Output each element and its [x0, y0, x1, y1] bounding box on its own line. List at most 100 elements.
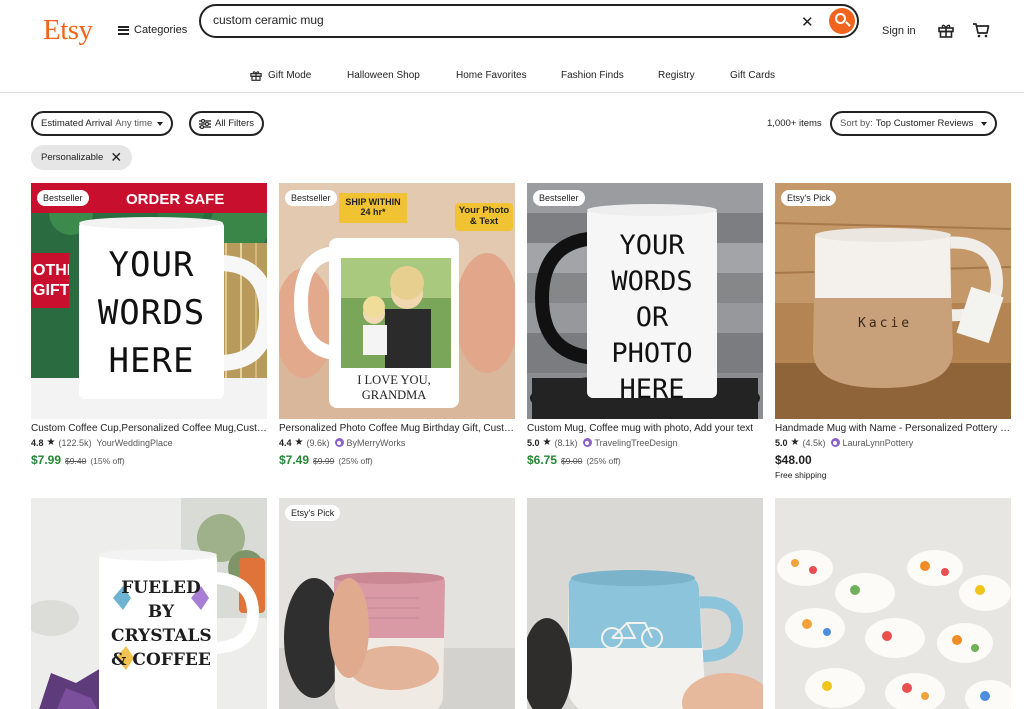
- tag-line: & Text: [469, 216, 499, 227]
- clear-icon[interactable]: ✕: [801, 13, 814, 31]
- mug-text-line: YOUR: [108, 245, 195, 285]
- close-icon[interactable]: ✕: [110, 149, 122, 166]
- sale-price: $7.49: [279, 453, 310, 467]
- nav-label: Gift Mode: [268, 70, 312, 81]
- mug-text-line: WORDS: [611, 266, 693, 297]
- nav-registry[interactable]: Registry: [658, 70, 695, 81]
- categories-button[interactable]: Categories: [118, 24, 187, 36]
- search-button[interactable]: [829, 8, 855, 34]
- personalizable-chip[interactable]: Personalizable ✕: [31, 145, 133, 170]
- image-side-text: OTHER GIFTS!: [33, 262, 69, 299]
- product-rating: 4.4 ★ (9.6k) ByMerryWorks: [279, 437, 405, 448]
- product-title[interactable]: Handmade Mug with Name - Personalized Po…: [775, 423, 1011, 434]
- sort-value: Top Customer Reviews: [875, 118, 974, 129]
- product-rating: 4.8 ★ (122.5k) YourWeddingPlace: [31, 437, 173, 448]
- product-image[interactable]: [527, 498, 763, 709]
- search-bar: ✕: [199, 4, 859, 38]
- etsys-pick-badge: Etsy's Pick: [285, 505, 341, 521]
- cart-icon[interactable]: [972, 22, 990, 38]
- price: $48.00: [775, 453, 812, 467]
- review-count: (4.5k): [802, 437, 826, 448]
- mug-text-line: CRYSTALS: [111, 626, 212, 646]
- product-rating: 5.0 ★ (8.1k) TravelingTreeDesign: [527, 437, 677, 448]
- product-price: $7.99 $9.40 (15% off): [31, 453, 125, 467]
- star-seller-icon: [582, 438, 592, 447]
- product-image[interactable]: YOUR WORDS OR PHOTO HERE Bestseller: [527, 183, 763, 419]
- mug-text-line: FUELED: [121, 578, 201, 598]
- site-header: Etsy Categories ✕ Sign in: [0, 0, 1024, 62]
- star-icon: ★: [294, 437, 304, 448]
- categories-label: Categories: [134, 24, 188, 36]
- product-title[interactable]: Personalized Photo Coffee Mug Birthday G…: [279, 423, 515, 434]
- star-seller-icon: [334, 438, 344, 447]
- search-input[interactable]: [213, 13, 793, 27]
- star-icon: ★: [542, 437, 552, 448]
- product-image[interactable]: Kacie Etsy's Pick: [775, 183, 1011, 419]
- mug-text-line: BY: [147, 602, 175, 622]
- bestseller-badge: Bestseller: [285, 190, 337, 206]
- product-image[interactable]: Etsy's Pick: [279, 498, 515, 709]
- nav-gift-cards[interactable]: Gift Cards: [730, 70, 775, 81]
- bestseller-badge: Bestseller: [533, 190, 585, 206]
- chevron-down-icon: [981, 121, 988, 126]
- tag-line: Your Photo: [458, 205, 510, 216]
- discount-label: (25% off): [586, 456, 621, 466]
- rating-value: 4.8: [31, 437, 44, 448]
- product-image[interactable]: FUELED BY CRYSTALS & COFFEE: [31, 498, 267, 709]
- image-tag-text: Your Photo & Text: [456, 205, 512, 227]
- nav-gift-mode[interactable]: Gift Mode: [250, 70, 311, 81]
- rating-value: 4.4: [279, 437, 292, 448]
- result-count: 1,000+ items: [767, 118, 822, 129]
- nav-home-favorites[interactable]: Home Favorites: [456, 70, 527, 81]
- review-count: (9.6k): [306, 437, 330, 448]
- all-filters-label: All Filters: [215, 118, 255, 129]
- original-price: $9.99: [313, 456, 335, 466]
- sort-dropdown[interactable]: Sort by: Top Customer Reviews: [830, 111, 998, 136]
- sale-price: $6.75: [527, 453, 558, 467]
- discount-label: (15% off): [90, 456, 125, 466]
- product-title[interactable]: Custom Mug, Coffee mug with photo, Add y…: [527, 423, 763, 434]
- mug-print-text: I LOVE YOU, GRANDMA: [357, 373, 431, 402]
- product-price: $7.49 $9.99 (25% off): [279, 453, 373, 467]
- discount-label: (25% off): [338, 456, 373, 466]
- star-seller-icon: [830, 438, 840, 447]
- original-price: $9.00: [561, 456, 583, 466]
- nav-fashion-finds[interactable]: Fashion Finds: [561, 70, 624, 81]
- filters-icon: [199, 118, 211, 129]
- mug-text-line: HERE: [108, 341, 195, 381]
- product-rating: 5.0 ★ (4.5k) LauraLynnPottery: [775, 437, 913, 448]
- rating-value: 5.0: [527, 437, 540, 448]
- estimated-arrival-dropdown[interactable]: Estimated Arrival Any time: [31, 111, 174, 136]
- seller-name[interactable]: TravelingTreeDesign: [595, 438, 678, 448]
- mug-print-text: FUELED BY CRYSTALS & COFFEE: [111, 576, 212, 672]
- image-promo-text: ORDER SAFE: [126, 191, 225, 208]
- product-price: $6.75 $9.00 (25% off): [527, 453, 621, 467]
- star-icon: ★: [790, 437, 800, 448]
- gift-icon[interactable]: [938, 23, 954, 38]
- mug-text-line: OR PHOTO: [611, 302, 693, 369]
- star-icon: ★: [46, 437, 56, 448]
- product-image[interactable]: SHIP WITHIN 24 hr* Your Photo & Text I L…: [279, 183, 515, 419]
- seller-name[interactable]: ByMerryWorks: [347, 438, 406, 448]
- chip-label: Personalizable: [41, 152, 104, 163]
- mug-text-line: & COFFEE: [111, 650, 211, 670]
- product-title[interactable]: Custom Coffee Cup,Personalized Coffee Mu…: [31, 423, 267, 434]
- sort-label: Sort by:: [840, 118, 873, 129]
- mug-print-text: YOUR WORDS HERE: [89, 241, 214, 385]
- free-shipping-label: Free shipping: [775, 470, 827, 480]
- product-image[interactable]: ORDER SAFE OTHER GIFTS! YOUR WORDS HERE …: [31, 183, 267, 419]
- etsy-logo[interactable]: Etsy: [43, 14, 93, 47]
- gift-icon: [250, 71, 262, 81]
- all-filters-button[interactable]: All Filters: [189, 111, 265, 136]
- seller-name[interactable]: LauraLynnPottery: [843, 438, 914, 448]
- review-count: (122.5k): [58, 437, 92, 448]
- seller-name[interactable]: YourWeddingPlace: [97, 438, 173, 448]
- product-image[interactable]: [775, 498, 1011, 709]
- original-price: $9.40: [65, 456, 87, 466]
- nav-halloween-shop[interactable]: Halloween Shop: [347, 70, 420, 81]
- sale-price: $7.99: [31, 453, 62, 467]
- category-nav: Gift Mode Halloween Shop Home Favorites …: [0, 62, 1024, 93]
- sign-in-link[interactable]: Sign in: [882, 25, 916, 37]
- mug-text-line: YOUR: [619, 230, 685, 261]
- etsys-pick-badge: Etsy's Pick: [781, 190, 837, 206]
